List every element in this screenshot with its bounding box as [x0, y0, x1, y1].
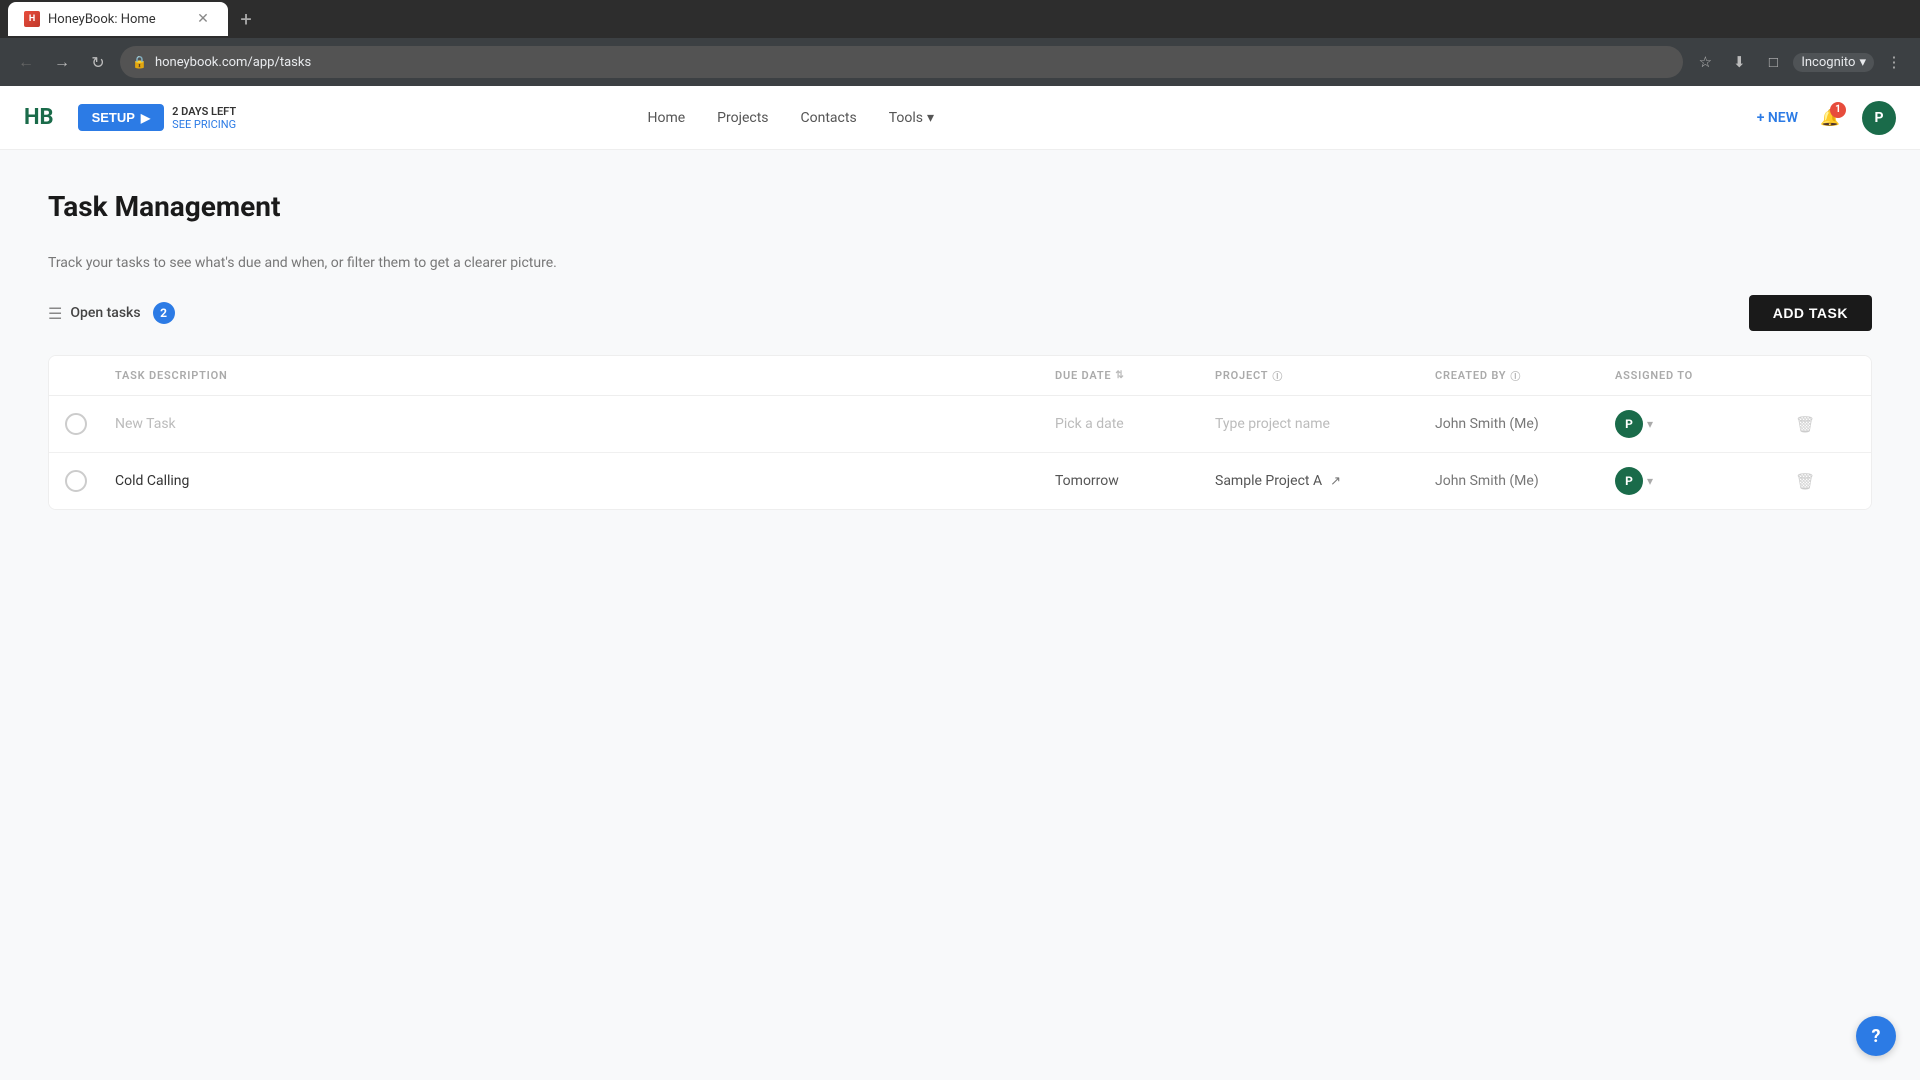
forward-button[interactable]: →: [48, 48, 76, 76]
top-nav: HB SETUP ▶ 2 DAYS LEFT SEE PRICING Home …: [0, 86, 1920, 150]
user-avatar[interactable]: P: [1862, 101, 1896, 135]
assignee-avatar-1[interactable]: P: [1615, 410, 1643, 438]
project-info-icon[interactable]: ⓘ: [1272, 368, 1283, 383]
task-count-badge: 2: [153, 302, 175, 324]
due-date-1[interactable]: Pick a date: [1055, 416, 1215, 432]
task-description-2[interactable]: Cold Calling: [115, 473, 1055, 489]
assigned-cell-1: P ▾: [1615, 410, 1795, 438]
tools-label: Tools: [889, 110, 923, 126]
th-due-date: DUE DATE ⇅: [1055, 368, 1215, 383]
trial-info: 2 DAYS LEFT SEE PRICING: [172, 105, 236, 131]
task-checkbox-1[interactable]: [65, 413, 87, 435]
app-container: HB SETUP ▶ 2 DAYS LEFT SEE PRICING Home …: [0, 86, 1920, 1080]
tab-favicon: H: [24, 11, 40, 27]
nav-tools[interactable]: Tools ▾: [889, 110, 934, 126]
new-tab-button[interactable]: +: [232, 5, 260, 33]
help-button[interactable]: ?: [1856, 1016, 1896, 1056]
tab-title: HoneyBook: Home: [48, 12, 186, 27]
filter-icon[interactable]: ☰: [48, 304, 62, 323]
th-actions: [1795, 368, 1855, 383]
th-checkbox: [65, 368, 115, 383]
back-button[interactable]: ←: [12, 48, 40, 76]
lock-icon: 🔒: [132, 55, 147, 69]
assignee-chevron-2[interactable]: ▾: [1647, 474, 1653, 488]
open-tasks-label[interactable]: Open tasks: [70, 305, 140, 321]
setup-arrow: ▶: [141, 111, 150, 125]
task-table: TASK DESCRIPTION DUE DATE ⇅ PROJECT ⓘ CR…: [48, 355, 1872, 510]
delete-button-1[interactable]: 🗑: [1795, 415, 1855, 434]
logo: HB: [24, 105, 54, 130]
notification-badge: 1: [1830, 102, 1846, 118]
url-text: honeybook.com/app/tasks: [155, 55, 311, 70]
address-bar[interactable]: 🔒 honeybook.com/app/tasks: [120, 46, 1683, 78]
profile-chevron: ▾: [1859, 55, 1866, 70]
nav-right: + NEW 🔔 1 P: [1757, 101, 1896, 135]
tab-close-button[interactable]: ✕: [194, 10, 212, 28]
tools-chevron: ▾: [927, 110, 934, 126]
bookmark-icon[interactable]: ☆: [1691, 48, 1719, 76]
nav-links: Home Projects Contacts Tools ▾: [647, 110, 934, 126]
extension-icon[interactable]: □: [1759, 48, 1787, 76]
new-button[interactable]: + NEW: [1757, 110, 1798, 126]
menu-icon[interactable]: ⋮: [1880, 48, 1908, 76]
th-assigned-to: ASSIGNED TO: [1615, 368, 1795, 383]
notification-button[interactable]: 🔔 1: [1814, 102, 1846, 134]
project-external-link[interactable]: ↗: [1330, 474, 1341, 489]
table-row: New Task Pick a date Type project name J…: [49, 396, 1871, 453]
page-description: Track your tasks to see what's due and w…: [48, 255, 1872, 271]
browser-toolbar: ← → ↻ 🔒 honeybook.com/app/tasks ☆ ⬇ □ In…: [0, 38, 1920, 86]
download-icon[interactable]: ⬇: [1725, 48, 1753, 76]
trial-days: 2 DAYS LEFT: [172, 105, 236, 118]
project-name-2[interactable]: Sample Project A: [1215, 473, 1322, 489]
add-task-button[interactable]: ADD TASK: [1749, 295, 1872, 331]
nav-projects[interactable]: Projects: [717, 110, 768, 126]
active-tab[interactable]: H HoneyBook: Home ✕: [8, 2, 228, 36]
filter-section: ☰ Open tasks 2: [48, 302, 175, 324]
created-by-2: John Smith (Me): [1435, 473, 1615, 489]
task-checkbox-2[interactable]: [65, 470, 87, 492]
assigned-cell-2: P ▾: [1615, 467, 1795, 495]
project-cell-1: Type project name: [1215, 416, 1435, 432]
th-task-desc: TASK DESCRIPTION: [115, 368, 1055, 383]
setup-button[interactable]: SETUP ▶: [78, 104, 165, 131]
assignee-chevron-1[interactable]: ▾: [1647, 417, 1653, 431]
created-by-1: John Smith (Me): [1435, 416, 1615, 432]
created-by-info-icon[interactable]: ⓘ: [1510, 368, 1521, 383]
due-date-2[interactable]: Tomorrow: [1055, 473, 1215, 489]
sort-icon[interactable]: ⇅: [1115, 370, 1124, 381]
incognito-label: Incognito: [1801, 55, 1855, 70]
logo-mark: HB: [24, 105, 54, 130]
profile-menu[interactable]: Incognito ▾: [1793, 53, 1874, 72]
setup-label: SETUP: [92, 110, 135, 125]
delete-button-2[interactable]: 🗑: [1795, 472, 1855, 491]
new-label: + NEW: [1757, 110, 1798, 126]
assignee-avatar-2[interactable]: P: [1615, 467, 1643, 495]
project-cell-2: Sample Project A ↗: [1215, 473, 1435, 489]
browser-tabs: H HoneyBook: Home ✕ +: [0, 0, 1920, 38]
table-row: Cold Calling Tomorrow Sample Project A ↗…: [49, 453, 1871, 509]
task-description-1[interactable]: New Task: [115, 416, 1055, 432]
refresh-button[interactable]: ↻: [84, 48, 112, 76]
nav-home[interactable]: Home: [647, 110, 685, 126]
toolbar-actions: ☆ ⬇ □ Incognito ▾ ⋮: [1691, 48, 1908, 76]
page-title: Task Management: [48, 190, 1872, 223]
th-created-by: CREATED BY ⓘ: [1435, 368, 1615, 383]
table-header: TASK DESCRIPTION DUE DATE ⇅ PROJECT ⓘ CR…: [49, 356, 1871, 396]
task-toolbar: ☰ Open tasks 2 ADD TASK: [48, 295, 1872, 331]
project-name-1[interactable]: Type project name: [1215, 416, 1330, 432]
nav-contacts[interactable]: Contacts: [801, 110, 857, 126]
th-project: PROJECT ⓘ: [1215, 368, 1435, 383]
see-pricing-link[interactable]: SEE PRICING: [172, 118, 236, 131]
main-content: Task Management Track your tasks to see …: [0, 150, 1920, 1080]
